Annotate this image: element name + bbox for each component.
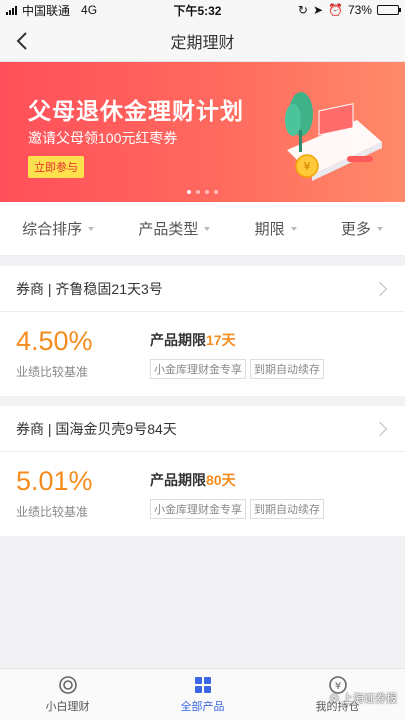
product-term-label: 产品期限 (150, 472, 206, 488)
battery-percent: 73% (347, 3, 372, 17)
phone-gift-illustration: ¥ (285, 92, 382, 181)
nav-bar: 定期理财 (0, 20, 405, 62)
product-body[interactable]: 5.01% 业绩比较基准 产品期限80天 小金库理财金专享 到期自动续存 (0, 452, 405, 536)
filter-sort[interactable]: 综合排序 (22, 218, 95, 239)
target-icon (58, 676, 77, 694)
product-card[interactable]: 券商 | 国海金贝壳9号84天 5.01% 业绩比较基准 产品期限80天 小金库… (0, 406, 405, 536)
status-left: 中国联通 4G (6, 2, 97, 19)
tab-all-products[interactable]: 全部产品 (135, 669, 270, 720)
battery-icon (376, 5, 401, 15)
product-tags: 小金库理财金专享 到期自动续存 (150, 499, 324, 519)
product-tag: 小金库理财金专享 (150, 359, 246, 379)
alarm-icon: ⏰ (328, 3, 343, 17)
product-card[interactable]: 券商 | 齐鲁稳固21天3号 4.50% 业绩比较基准 产品期限17天 小金库理… (0, 266, 405, 396)
product-rate: 5.01% (16, 466, 93, 496)
status-right: ↻ ➤ ⏰ 73% (297, 3, 401, 17)
carousel-dot[interactable] (187, 190, 191, 194)
filter-bar: 综合排序 产品类型 期限 更多 (0, 202, 405, 256)
product-tags: 小金库理财金专享 到期自动续存 (150, 359, 324, 379)
chevron-right-icon (372, 421, 388, 436)
network-label: 4G (81, 3, 98, 17)
banner-title: 父母退休金理财计划 (28, 98, 244, 124)
product-name: 券商 | 齐鲁稳固21天3号 (16, 280, 163, 297)
signal-icon (6, 5, 17, 15)
product-rate-label: 业绩比较基准 (16, 365, 89, 379)
watermark-text: 上海证券报 (342, 693, 397, 705)
product-tag: 到期自动续存 (250, 499, 324, 519)
chevron-right-icon (372, 281, 388, 296)
tab-label: 全部产品 (180, 701, 225, 713)
clock: 下午5:32 (173, 3, 222, 18)
product-rate: 4.50% (16, 326, 93, 356)
product-term-value: 80天 (206, 472, 236, 488)
location-icon: ➤ (312, 3, 323, 17)
back-icon[interactable] (12, 30, 34, 52)
product-term-value: 17天 (206, 332, 236, 348)
filter-more[interactable]: 更多 (341, 218, 383, 239)
caret-down-icon (290, 226, 297, 231)
caret-down-icon (204, 226, 211, 231)
banner-subtitle: 邀请父母领100元红枣券 (28, 130, 178, 146)
wechat-logo-icon: ❁ (329, 692, 339, 705)
product-tag: 小金库理财金专享 (150, 499, 246, 519)
product-tag: 到期自动续存 (250, 359, 324, 379)
product-header[interactable]: 券商 | 齐鲁稳固21天3号 (0, 266, 405, 312)
svg-text:¥: ¥ (304, 160, 311, 173)
carousel-dot[interactable] (196, 190, 200, 194)
product-term: 产品期限80天 (150, 470, 236, 490)
filter-term-label: 期限 (254, 221, 285, 238)
join-now-button[interactable]: 立即参与 (28, 156, 84, 178)
watermark: ❁ 上海证券报 (330, 690, 397, 706)
carousel-dots (0, 190, 405, 194)
filter-product-type[interactable]: 产品类型 (138, 218, 211, 239)
product-term: 产品期限17天 (150, 330, 236, 350)
rotation-lock-icon: ↻ (297, 3, 308, 17)
tab-label: 小白理财 (45, 701, 90, 713)
product-term-label: 产品期限 (150, 332, 206, 348)
product-name: 券商 | 国海金贝壳9号84天 (16, 420, 177, 437)
caret-down-icon (376, 226, 383, 231)
promo-banner[interactable]: 父母退休金理财计划 邀请父母领100元红枣券 立即参与 ¥ (0, 62, 405, 202)
filter-product-type-label: 产品类型 (138, 221, 199, 238)
grid-icon (194, 677, 211, 693)
status-bar: 中国联通 4G 下午5:32 ↻ ➤ ⏰ 73% (0, 0, 405, 20)
product-rate-label: 业绩比较基准 (16, 505, 89, 519)
page-title: 定期理财 (170, 34, 235, 52)
carousel-dot[interactable] (205, 190, 209, 194)
product-header[interactable]: 券商 | 国海金贝壳9号84天 (0, 406, 405, 452)
filter-sort-label: 综合排序 (22, 221, 83, 238)
carousel-dot[interactable] (214, 190, 218, 194)
carrier-label: 中国联通 (22, 3, 71, 18)
filter-more-label: 更多 (340, 221, 371, 238)
product-body[interactable]: 4.50% 业绩比较基准 产品期限17天 小金库理财金专享 到期自动续存 (0, 312, 405, 396)
tab-xiaobai-licai[interactable]: 小白理财 (0, 669, 135, 720)
filter-term[interactable]: 期限 (255, 218, 297, 239)
caret-down-icon (88, 226, 95, 231)
